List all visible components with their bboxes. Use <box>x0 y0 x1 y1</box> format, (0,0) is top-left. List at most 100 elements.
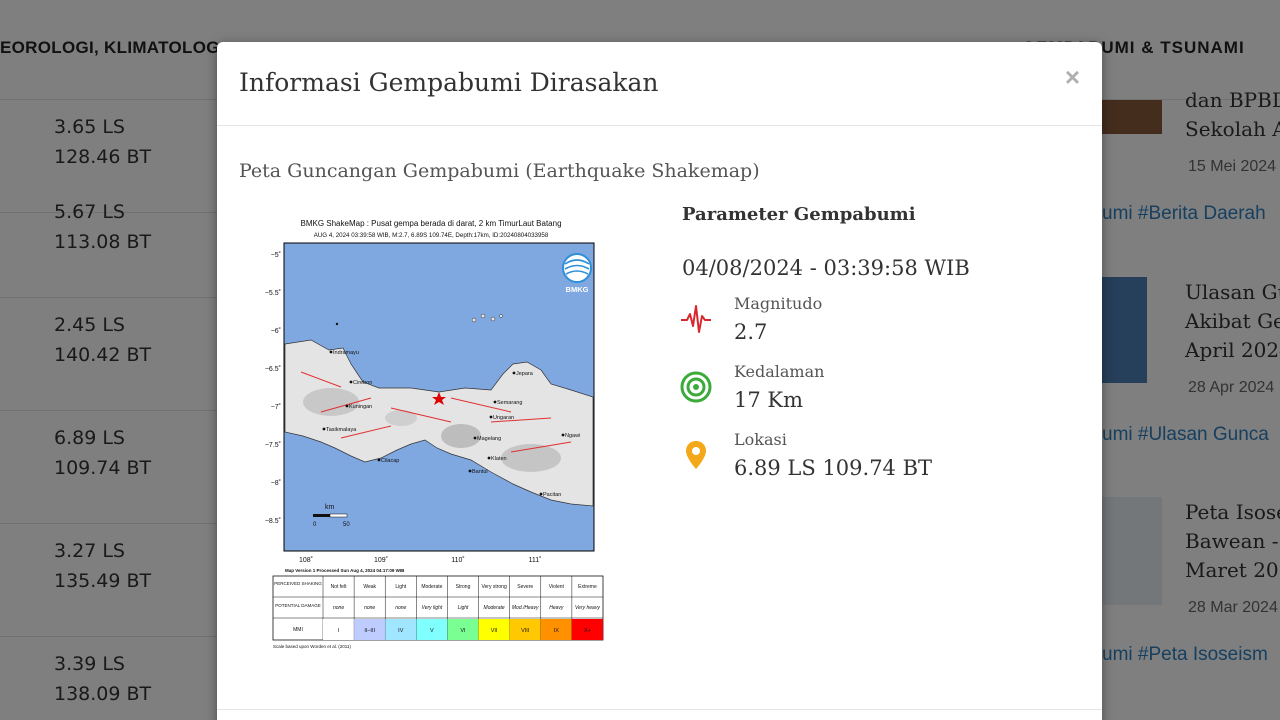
close-icon[interactable]: × <box>1065 62 1080 93</box>
city-label: Cirebon <box>353 380 372 386</box>
legend-damage-label: Very heavy <box>575 605 600 611</box>
legend-damage-label: Very light <box>422 605 443 611</box>
legend-mmi-label: V <box>430 628 434 634</box>
depth-value: 17 Km <box>734 388 803 412</box>
lon-tick-label: 110˚ <box>451 556 465 564</box>
legend-shaking-label: Extreme <box>578 584 597 590</box>
city-dot <box>512 371 516 375</box>
legend-mmi-label: VII <box>491 628 498 634</box>
city-label: Pacitan <box>543 492 561 498</box>
city-label: Ngawi <box>565 433 580 439</box>
magnitude-value: 2.7 <box>734 320 768 344</box>
modal-footer-divider <box>217 709 1102 710</box>
island <box>480 313 486 319</box>
map-pin-icon <box>686 441 706 469</box>
magnitude-label: Magnitudo <box>734 294 823 313</box>
legend-damage-label: Heavy <box>549 605 564 611</box>
city-label: Semarang <box>497 400 522 406</box>
legend-damage-label: none <box>364 605 375 611</box>
city-dot <box>329 350 333 354</box>
city-label: Ungaran <box>493 415 514 421</box>
city-dot <box>345 404 349 408</box>
city-label: Bantul <box>472 469 488 475</box>
scale-unit: km <box>325 504 335 511</box>
scale-bar-segment <box>329 513 348 518</box>
legend-shaking-label: Violent <box>549 584 565 590</box>
city-dot <box>349 380 353 384</box>
lat-tick-label: −5.5˚ <box>265 289 281 297</box>
legend-row-label-shaking: PERCEIVED SHAKING <box>274 581 322 586</box>
depth-target-icon <box>680 371 712 403</box>
legend-shaking-label: Strong <box>456 584 471 590</box>
city-dot <box>561 433 565 437</box>
city-dot <box>493 400 497 404</box>
legend-shaking-label: Not felt <box>331 584 347 590</box>
lat-tick-label: −8.5˚ <box>265 517 281 525</box>
legend-mmi-label: II–III <box>364 628 375 634</box>
city-label: Kuningan <box>349 404 372 410</box>
legend-mmi-label: IV <box>398 628 404 634</box>
island <box>335 322 339 326</box>
lat-tick-label: −6˚ <box>271 327 281 335</box>
depth-row: Kedalaman 17 Km <box>679 362 1059 422</box>
island <box>499 314 503 318</box>
modal-header: Informasi Gempabumi Dirasakan × <box>217 42 1102 126</box>
scale-fifty: 50 <box>343 522 350 528</box>
legend-damage-label: Moderate <box>484 605 505 611</box>
modal-title: Informasi Gempabumi Dirasakan <box>239 68 659 97</box>
legend-shaking-label: Very strong <box>481 584 507 590</box>
map-version-text: Map Version 1 Processed Sun Aug 4, 2024 … <box>285 568 405 573</box>
legend-damage-label: none <box>333 605 344 611</box>
magnitude-row: Magnitudo 2.7 <box>679 294 1059 354</box>
lat-tick-label: −6.5˚ <box>265 365 281 373</box>
legend-shaking-label: Moderate <box>421 584 442 590</box>
terrain-shade <box>303 388 359 416</box>
shakemap-image[interactable]: BMKG ShakeMap : Pusat gempa berada di da… <box>251 212 611 652</box>
location-label: Lokasi <box>734 430 787 449</box>
earthquake-info-modal: Informasi Gempabumi Dirasakan × Peta Gun… <box>217 42 1102 720</box>
legend-shaking-label: Severe <box>517 584 533 590</box>
mmi-legend-table: PERCEIVED SHAKING POTENTIAL DAMAGE MMI N… <box>272 575 604 641</box>
city-label: Jepara <box>516 371 534 377</box>
shakemap-subtitle: Peta Guncangan Gempabumi (Earthquake Sha… <box>239 160 760 182</box>
city-label: Indramayu <box>333 350 359 356</box>
lon-tick-label: 108˚ <box>299 556 313 564</box>
terrain-shade <box>385 410 417 426</box>
event-datetime: 04/08/2024 - 03:39:58 WIB <box>682 256 970 280</box>
shakemap-header-line1: BMKG ShakeMap : Pusat gempa berada di da… <box>300 219 561 228</box>
city-dot <box>377 458 381 462</box>
seismograph-icon <box>681 305 711 333</box>
city-dot <box>468 469 472 473</box>
legend-row-label-damage: POTENTIAL DAMAGE <box>275 603 321 608</box>
city-dot <box>489 415 493 419</box>
legend-mmi-label: IX <box>554 628 560 634</box>
legend-mmi-label: X+ <box>584 628 591 634</box>
legend-damage-label: Light <box>458 605 469 611</box>
lon-tick-label: 111˚ <box>529 556 542 564</box>
city-dot <box>487 456 491 460</box>
city-dot <box>322 427 326 431</box>
legend-damage-label: none <box>395 605 406 611</box>
terrain-shade <box>441 424 481 448</box>
lat-tick-label: −7.5˚ <box>265 441 281 449</box>
depth-label: Kedalaman <box>734 362 825 381</box>
lat-tick-label: −7˚ <box>271 403 281 411</box>
city-label: Klaten <box>491 456 507 462</box>
legend-mmi-label: VI <box>460 628 466 634</box>
city-dot <box>473 436 477 440</box>
legend-shaking-label: Weak <box>363 584 376 590</box>
city-label: Magelang <box>477 436 501 442</box>
legend-mmi-label: VIII <box>521 628 530 634</box>
lat-tick-label: −8˚ <box>271 479 281 487</box>
legend-damage-label: Mod./Heavy <box>512 605 539 611</box>
legend-row-label-mmi: MMI <box>293 627 303 633</box>
city-dot <box>539 492 543 496</box>
params-heading: Parameter Gempabumi <box>682 204 916 225</box>
lon-tick-label: 109˚ <box>374 556 388 564</box>
island <box>471 317 477 323</box>
legend-shaking-label: Light <box>395 584 406 590</box>
location-row: Lokasi 6.89 LS 109.74 BT <box>679 430 1059 490</box>
city-label: Tasikmalaya <box>326 427 357 433</box>
location-value: 6.89 LS 109.74 BT <box>734 456 933 480</box>
shakemap-header-line2: AUG 4, 2024 03:39:58 WIB, M:2.7, 6.89S 1… <box>314 232 549 239</box>
